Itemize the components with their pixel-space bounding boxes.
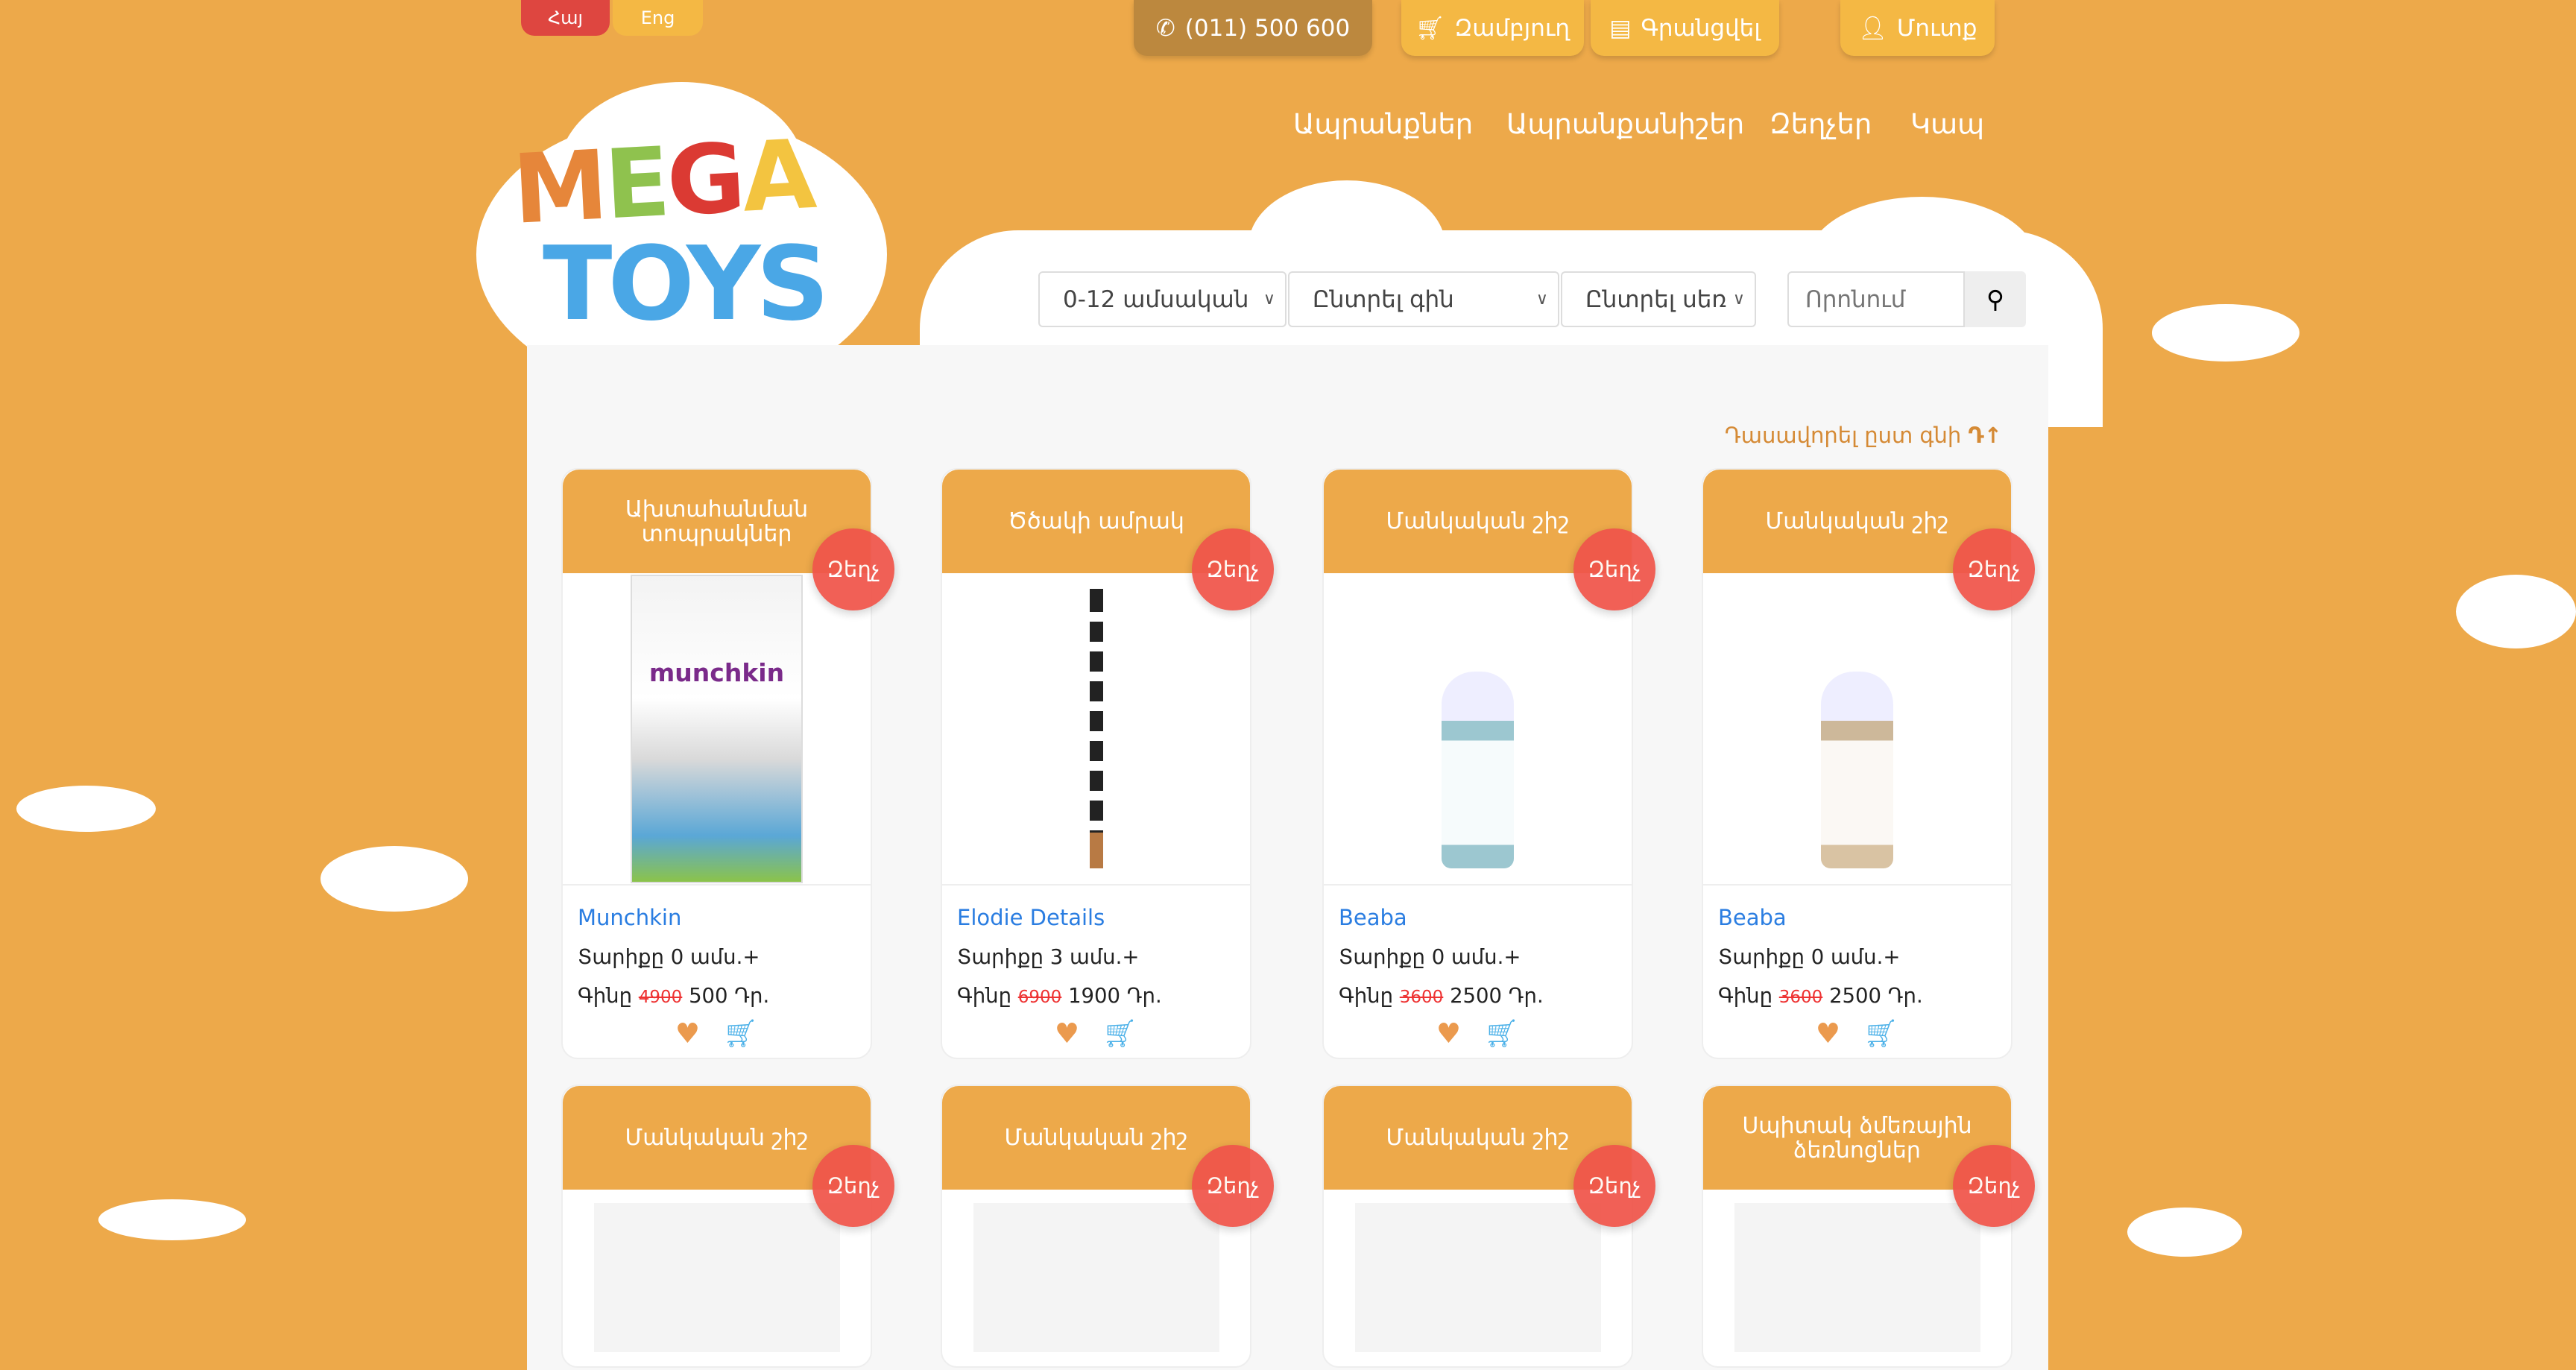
user-icon: 👤︎ (1857, 15, 1887, 42)
old-price: 6900 (1017, 988, 1062, 1007)
sort-arrow-icon: Դ↑ (1968, 423, 2002, 448)
login-button[interactable]: 👤︎ Մուտք (1840, 0, 1995, 56)
discount-badge: Զեղչ (1192, 528, 1274, 610)
product-brand[interactable]: Beaba (1339, 905, 1632, 930)
price-label: Գինը (1339, 984, 1394, 1008)
product-price: Գինը 3600 2500 Դր. (1339, 984, 1632, 1008)
product-image[interactable] (942, 1190, 1250, 1365)
lang-en-button[interactable]: Eng (613, 0, 703, 36)
cart-icon[interactable]: 🛒︎ (723, 1017, 758, 1050)
logo-toys: TOYS (543, 225, 830, 344)
product-card[interactable]: Սպիտակ ձմեռային ձեռնոցներ Զեղչ (1702, 1085, 2035, 1368)
product-card[interactable]: Մանկական շիշ Զեղչ (1322, 1085, 1655, 1368)
product-image[interactable] (1324, 573, 1632, 886)
search-icon: ⚲ (1986, 285, 2005, 314)
cart-icon[interactable]: 🛒︎ (1863, 1017, 1898, 1050)
heart-icon[interactable]: ♥ (675, 1017, 700, 1050)
price-label: Գինը (1718, 984, 1773, 1008)
phone-button[interactable]: ✆ (011) 500 600 (1134, 0, 1372, 56)
product-image[interactable] (1703, 573, 2011, 886)
cloud (321, 846, 468, 912)
product-price: Գինը 3600 2500 Դր. (1718, 984, 2011, 1008)
register-button[interactable]: ▤ Գրանցվել (1591, 0, 1779, 56)
content-panel: Դասավորել ըստ գնի Դ↑ Ախտահանման տոպրակնե… (527, 345, 2048, 1370)
product-image[interactable] (1703, 1190, 2011, 1365)
search-button[interactable]: ⚲ (1965, 271, 2026, 327)
heart-icon[interactable]: ♥ (1436, 1017, 1461, 1050)
product-brand[interactable]: Beaba (1718, 905, 2011, 930)
price-label: Գինը (578, 984, 633, 1008)
discount-badge: Զեղչ (1573, 528, 1655, 610)
product-age: Տարիքը 3 ամս.+ (957, 945, 1140, 969)
product-card[interactable]: Մանկական շիշ Զեղչ Beaba Տարիքը 0 ամս.+ Գ… (1702, 468, 2035, 1059)
gender-value: Ընտրել սեռ (1585, 285, 1727, 313)
cloud (2127, 1208, 2242, 1257)
logo[interactable]: MEGA TOYS (510, 119, 830, 344)
nav-brands[interactable]: Ապրանքանիշեր (1506, 108, 1744, 140)
product-image[interactable] (1324, 1190, 1632, 1365)
heart-icon[interactable]: ♥ (1055, 1017, 1079, 1050)
chevron-down-icon: ∨ (1535, 290, 1548, 309)
product-card[interactable]: Ախտահանման տոպրակներ Զեղչ munchkin Munchk… (561, 468, 894, 1059)
product-brand[interactable]: Elodie Details (957, 905, 1250, 930)
product-age: Տարիքը 0 ամս.+ (1339, 945, 1521, 969)
register-label: Գրանցվել (1641, 14, 1761, 42)
phone-icon: ✆ (1155, 14, 1175, 42)
price-select[interactable]: Ընտրել գին ∨ (1288, 271, 1559, 327)
product-image[interactable]: munchkin (563, 573, 871, 886)
nav-products[interactable]: Ապրանքներ (1293, 108, 1473, 140)
cloud (2456, 575, 2576, 648)
gender-select[interactable]: Ընտրել սեռ ∨ (1561, 271, 1756, 327)
discount-badge: Զեղչ (1192, 1145, 1274, 1227)
cart-icon[interactable]: 🛒︎ (1102, 1017, 1137, 1050)
form-icon: ▤ (1609, 14, 1632, 42)
cloud (16, 786, 156, 832)
discount-badge: Զեղչ (1953, 1145, 2035, 1227)
product-age: Տարիքը 0 ամս.+ (578, 945, 760, 969)
page: Հայ Eng ✆ (011) 500 600 🛒︎ Զամբյուղ ▤ Գրանց… (0, 0, 2576, 1370)
price-label: Գինը (957, 984, 1012, 1008)
new-price: 2500 Դր. (1450, 984, 1544, 1008)
nav-discounts[interactable]: Զեղչեր (1770, 108, 1872, 140)
new-price: 2500 Դր. (1829, 984, 1923, 1008)
old-price: 3600 (1399, 988, 1444, 1007)
heart-icon[interactable]: ♥ (1816, 1017, 1840, 1050)
cart-icon[interactable]: 🛒︎ (1484, 1017, 1519, 1050)
chevron-down-icon: ∨ (1263, 290, 1275, 309)
product-image[interactable] (942, 573, 1250, 886)
discount-badge: Զեղչ (1953, 528, 2035, 610)
discount-badge: Զեղչ (1573, 1145, 1655, 1227)
cart-label: Զամբյուղ (1454, 14, 1570, 42)
product-card[interactable]: Մանկական շիշ Զեղչ Beaba Տարիքը 0 ամս.+ Գ… (1322, 468, 1655, 1059)
cloud (2152, 304, 2299, 362)
product-brand[interactable]: Munchkin (578, 905, 871, 930)
old-price: 3600 (1778, 988, 1823, 1007)
new-price: 500 Դր. (689, 984, 770, 1008)
login-label: Մուտք (1896, 14, 1977, 42)
sort-by-price[interactable]: Դասավորել ըստ գնի Դ↑ (1725, 423, 2002, 448)
discount-badge: Զեղչ (812, 1145, 894, 1227)
product-card[interactable]: Մանկական շիշ Զեղչ (941, 1085, 1274, 1368)
old-price: 4900 (638, 988, 683, 1007)
cloud (98, 1199, 246, 1240)
cart-icon: 🛒︎ (1415, 15, 1445, 42)
sort-label: Դասավորել ըստ գնի (1724, 423, 1962, 448)
product-price: Գինը 4900 500 Դր. (578, 984, 871, 1008)
chevron-down-icon: ∨ (1732, 290, 1745, 309)
price-value: Ընտրել գին (1313, 285, 1454, 313)
product-age: Տարիքը 0 ամս.+ (1718, 945, 1901, 969)
product-price: Գինը 6900 1900 Դր. (957, 984, 1250, 1008)
nav-contact[interactable]: Կապ (1910, 108, 1984, 140)
new-price: 1900 Դր. (1068, 984, 1162, 1008)
search-input[interactable] (1787, 271, 1965, 327)
product-card[interactable]: Մանկական շիշ Զեղչ (561, 1085, 894, 1368)
cart-button[interactable]: 🛒︎ Զամբյուղ (1401, 0, 1584, 56)
age-value: 0-12 ամսական (1063, 285, 1249, 313)
lang-hy-button[interactable]: Հայ (521, 0, 610, 36)
discount-badge: Զեղչ (812, 528, 894, 610)
product-image[interactable] (563, 1190, 871, 1365)
phone-number: (011) 500 600 (1184, 14, 1351, 42)
product-card[interactable]: Ծծակի ամրակ Զեղչ Elodie Details Տարիքը 3… (941, 468, 1274, 1059)
age-select[interactable]: 0-12 ամսական ∨ (1038, 271, 1287, 327)
